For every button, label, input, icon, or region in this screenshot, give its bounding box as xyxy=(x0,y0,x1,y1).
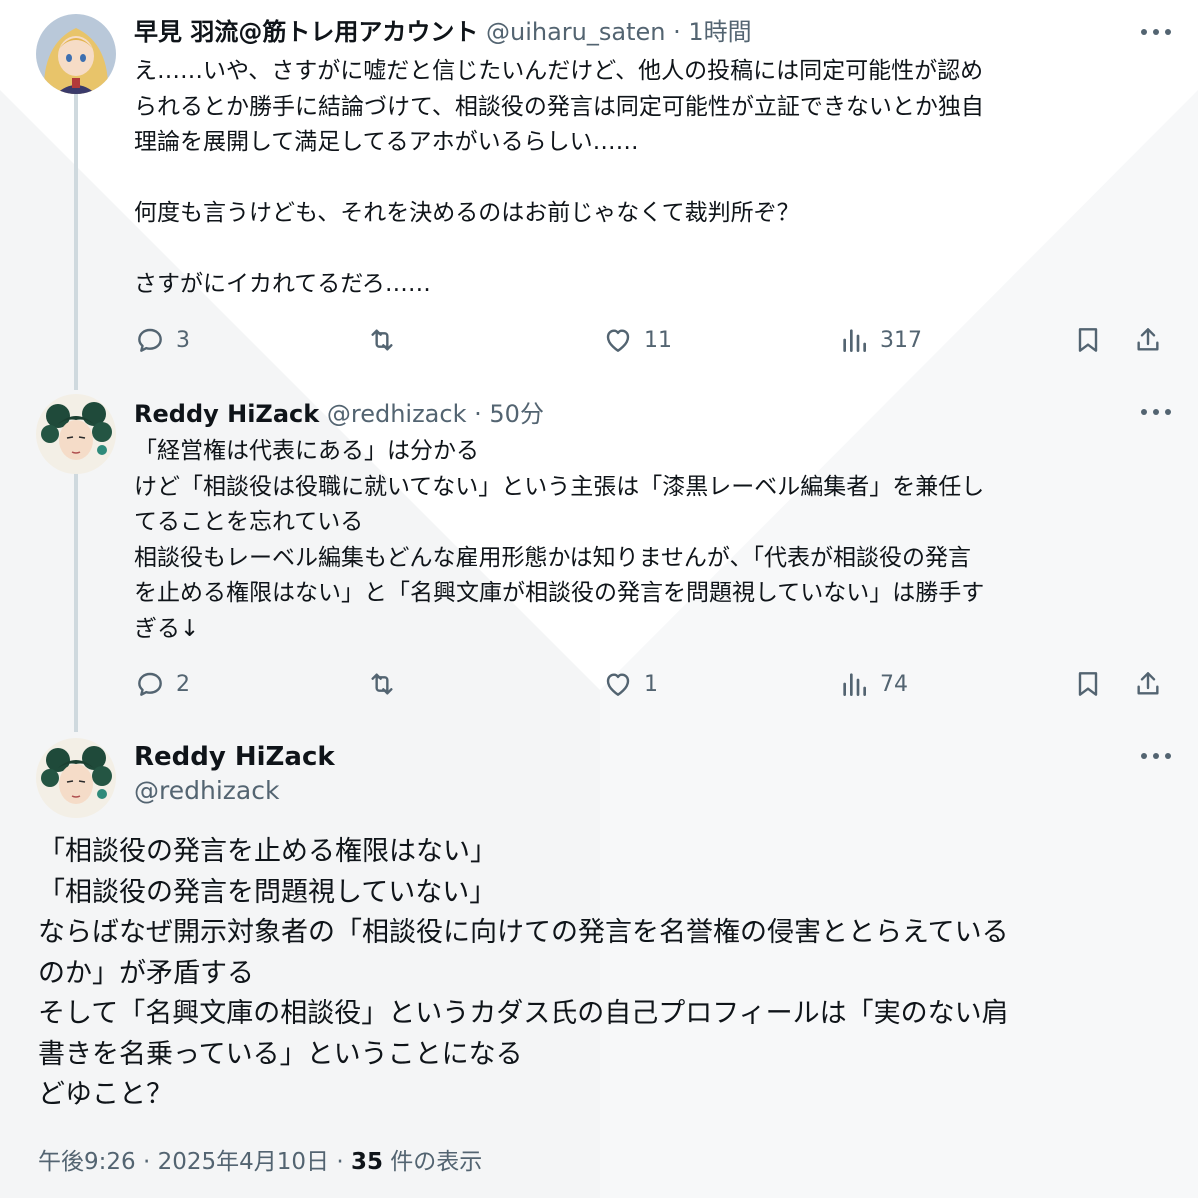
avatar[interactable] xyxy=(36,14,116,94)
tweet-actions: 3 11 317 xyxy=(134,320,1174,360)
tweet-header: Reddy HiZack @redhizack · 50分 xyxy=(134,396,544,432)
views-chart-icon xyxy=(843,673,866,696)
tweet-header: 早見 羽流@筋トレ用アカウント @uiharu_saten · 1時間 xyxy=(134,14,752,50)
reply-count: 3 xyxy=(176,327,190,353)
tweet-text: 「経営権は代表にある」は分かる けど「相談役は役職に就いてない」という主張は「漆… xyxy=(134,438,985,642)
like-button[interactable]: 1 xyxy=(602,664,658,704)
heart-icon xyxy=(606,673,630,696)
thread-connector xyxy=(74,468,78,732)
separator: · xyxy=(336,1149,344,1175)
tweet-actions: 2 1 74 xyxy=(134,664,1174,704)
more-options-button[interactable] xyxy=(1136,738,1176,774)
retweet-icon xyxy=(371,329,393,351)
user-handle[interactable]: @redhizack xyxy=(327,400,467,428)
share-button[interactable] xyxy=(1132,664,1174,704)
more-dots-icon xyxy=(1141,753,1171,759)
views-button[interactable]: 317 xyxy=(838,320,922,360)
post-date[interactable]: 2025年4月10日 xyxy=(158,1149,329,1175)
tweet-meta: 午後9:26 · 2025年4月10日 · 35 件の表示 xyxy=(38,1144,482,1180)
bookmark-icon xyxy=(1078,328,1098,352)
reply-count: 2 xyxy=(176,671,190,697)
timestamp[interactable]: 50分 xyxy=(489,400,544,428)
tweet-thread: 早見 羽流@筋トレ用アカウント @uiharu_saten · 1時間 え……い… xyxy=(0,0,1198,1198)
timestamp[interactable]: 1時間 xyxy=(688,18,751,46)
share-button[interactable] xyxy=(1132,320,1174,360)
thread-connector xyxy=(74,90,78,390)
like-button[interactable]: 11 xyxy=(602,320,672,360)
user-handle[interactable]: @redhizack xyxy=(134,774,279,808)
heart-icon xyxy=(606,329,630,352)
share-icon xyxy=(1137,328,1159,351)
display-name[interactable]: 早見 羽流@筋トレ用アカウント xyxy=(134,18,478,46)
retweet-button[interactable] xyxy=(366,664,408,704)
view-count: 74 xyxy=(880,671,908,697)
reply-button[interactable]: 2 xyxy=(134,664,190,704)
more-dots-icon xyxy=(1141,409,1171,415)
tweet-text: え……いや、さすがに嘘だと信じたいんだけど、他人の投稿には同定可能性が認め られ… xyxy=(134,58,984,297)
user-handle[interactable]: @uiharu_saten xyxy=(486,18,665,46)
display-name[interactable]: Reddy HiZack xyxy=(134,738,335,776)
like-count: 11 xyxy=(644,327,672,353)
reply-button[interactable]: 3 xyxy=(134,320,190,360)
separator: · xyxy=(673,18,681,46)
like-count: 1 xyxy=(644,671,658,697)
retweet-icon xyxy=(371,673,393,695)
post-time[interactable]: 午後9:26 xyxy=(38,1149,136,1175)
reply-icon xyxy=(138,672,162,696)
views-button[interactable]: 74 xyxy=(838,664,908,704)
avatar[interactable] xyxy=(36,394,116,474)
views-label: 件の表示 xyxy=(390,1149,483,1175)
separator: · xyxy=(142,1149,151,1175)
view-count: 317 xyxy=(880,327,922,353)
bookmark-icon xyxy=(1078,672,1098,696)
views-chart-icon xyxy=(843,329,866,352)
views-count: 35 xyxy=(350,1149,383,1175)
share-icon xyxy=(1137,672,1159,695)
more-dots-icon xyxy=(1141,29,1171,35)
bookmark-button[interactable] xyxy=(1072,664,1114,704)
bookmark-button[interactable] xyxy=(1072,320,1114,360)
tweet-text: 「相談役の発言を止める権限はない」 「相談役の発言を問題視していない」 ならばな… xyxy=(38,836,1009,1110)
avatar[interactable] xyxy=(36,738,116,818)
more-options-button[interactable] xyxy=(1136,14,1176,50)
separator: · xyxy=(474,400,482,428)
reply-icon xyxy=(138,328,162,352)
retweet-button[interactable] xyxy=(366,320,408,360)
more-options-button[interactable] xyxy=(1136,394,1176,430)
display-name[interactable]: Reddy HiZack xyxy=(134,400,319,428)
